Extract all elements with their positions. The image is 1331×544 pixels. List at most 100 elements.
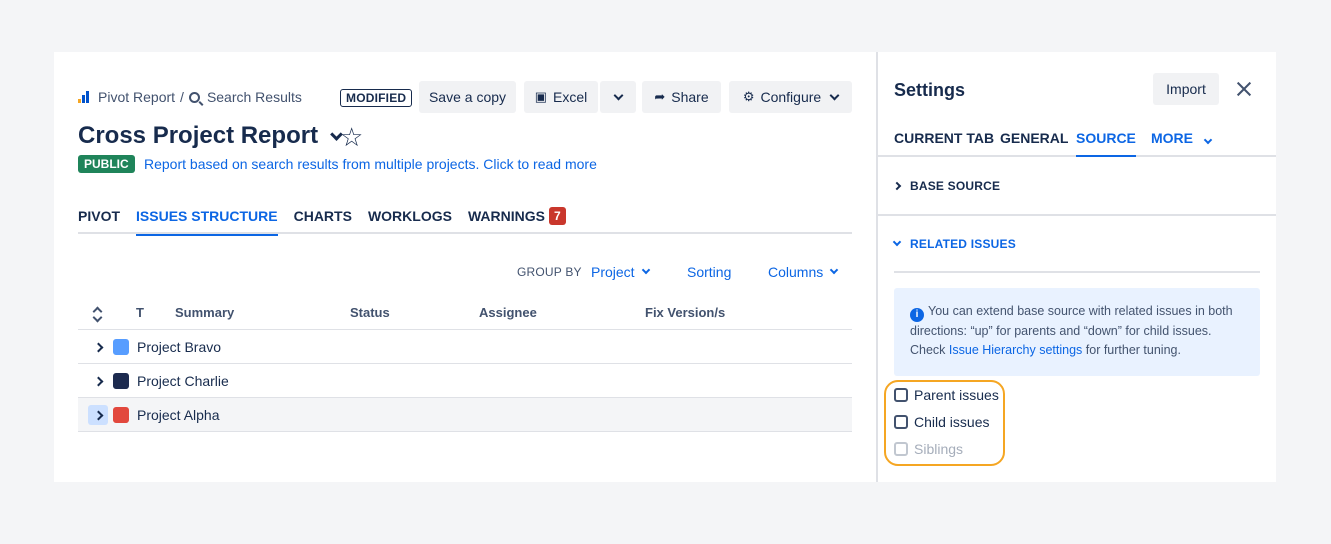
tab-current-tab[interactable]: CURRENT TAB bbox=[894, 130, 994, 155]
chevron-down-icon bbox=[892, 237, 902, 247]
report-title-text: Cross Project Report bbox=[78, 122, 319, 149]
row-summary: Project Charlie bbox=[137, 373, 229, 389]
report-title[interactable]: Cross Project Report bbox=[78, 122, 343, 150]
table-row[interactable]: Project Bravo bbox=[78, 330, 852, 364]
related-issues-label: RELATED ISSUES bbox=[910, 237, 1016, 251]
expand-row-button[interactable] bbox=[88, 337, 108, 357]
chevron-down-icon bbox=[830, 265, 839, 275]
excel-dropdown-button[interactable] bbox=[600, 81, 636, 113]
warnings-count-badge: 7 bbox=[548, 207, 566, 225]
close-icon[interactable] bbox=[1235, 76, 1253, 100]
report-description-link[interactable]: Report based on search results from mult… bbox=[144, 156, 597, 172]
tab-label: ISSUES STRUCTURE bbox=[136, 208, 278, 224]
table-row[interactable]: Project Charlie bbox=[78, 364, 852, 398]
siblings-checkbox: Siblings bbox=[894, 441, 963, 457]
chevron-down-icon bbox=[1203, 135, 1213, 145]
checkbox-box[interactable] bbox=[894, 388, 908, 402]
breadcrumb: Pivot Report / Search Results bbox=[78, 89, 302, 105]
column-header-status[interactable]: Status bbox=[350, 305, 390, 320]
star-icon[interactable]: ☆ bbox=[340, 124, 363, 150]
report-main: Pivot Report / Search Results MODIFIED S… bbox=[54, 52, 876, 482]
tab-charts[interactable]: CHARTS bbox=[294, 208, 352, 234]
tab-label: WARNINGS bbox=[467, 208, 545, 224]
settings-tabs: CURRENT TAB GENERAL SOURCE MORE bbox=[878, 130, 1276, 157]
related-issues-section-toggle[interactable]: RELATED ISSUES bbox=[892, 237, 1016, 251]
table-header: T Summary Status Assignee Fix Version/s bbox=[78, 300, 852, 330]
base-source-label: BASE SOURCE bbox=[910, 179, 1001, 193]
share-button[interactable]: ➦ Share bbox=[642, 81, 721, 113]
excel-label: Excel bbox=[553, 89, 588, 105]
tab-label: PIVOT bbox=[78, 208, 121, 224]
configure-label: Configure bbox=[760, 89, 822, 105]
configure-button[interactable]: ⚙ Configure bbox=[729, 81, 852, 113]
modified-badge: MODIFIED bbox=[340, 89, 413, 107]
share-label: Share bbox=[671, 89, 709, 105]
public-badge: PUBLIC bbox=[78, 155, 135, 173]
report-tabs: PIVOT ISSUES STRUCTURE CHARTS WORKLOGS W… bbox=[78, 207, 852, 236]
column-header-assignee[interactable]: Assignee bbox=[479, 305, 537, 320]
siblings-label: Siblings bbox=[914, 441, 964, 457]
tab-source[interactable]: SOURCE bbox=[1076, 130, 1136, 157]
gear-icon: ⚙ bbox=[742, 89, 755, 104]
tab-label: CHARTS bbox=[293, 208, 352, 224]
column-header-summary[interactable]: Summary bbox=[175, 305, 234, 320]
breadcrumb-pivot-report[interactable]: Pivot Report bbox=[98, 89, 175, 105]
column-header-fix-version[interactable]: Fix Version/s bbox=[645, 305, 725, 320]
section-divider bbox=[878, 214, 1276, 216]
child-issues-checkbox[interactable]: Child issues bbox=[894, 414, 989, 430]
parent-issues-checkbox[interactable]: Parent issues bbox=[894, 387, 999, 403]
tab-more-label: MORE bbox=[1151, 130, 1193, 146]
group-by-label: GROUP BY bbox=[517, 265, 582, 279]
pivot-report-logo-icon bbox=[78, 91, 90, 103]
section-divider bbox=[894, 271, 1260, 273]
expand-collapse-all-icon[interactable] bbox=[94, 305, 104, 319]
save-copy-button[interactable]: Save a copy bbox=[419, 81, 516, 113]
chevron-right-icon bbox=[93, 410, 103, 420]
chevron-right-icon bbox=[93, 376, 103, 386]
expand-row-button[interactable] bbox=[88, 405, 108, 425]
import-label: Import bbox=[1166, 81, 1206, 97]
excel-icon: ▣ bbox=[534, 89, 548, 104]
columns-dropdown[interactable]: Columns bbox=[768, 264, 839, 280]
group-by-value: Project bbox=[591, 264, 635, 280]
import-button[interactable]: Import bbox=[1153, 73, 1219, 105]
settings-panel: Settings Import CURRENT TAB GENERAL SOUR… bbox=[878, 52, 1276, 482]
project-bravo-avatar-icon bbox=[113, 339, 129, 355]
chevron-right-icon bbox=[93, 342, 103, 352]
sorting-button[interactable]: Sorting bbox=[687, 264, 731, 280]
breadcrumb-separator: / bbox=[180, 89, 184, 105]
search-icon bbox=[188, 91, 200, 103]
save-copy-label: Save a copy bbox=[428, 89, 507, 105]
chevron-down-icon bbox=[613, 90, 623, 100]
tab-label: WORKLOGS bbox=[367, 208, 452, 224]
checkbox-box[interactable] bbox=[894, 415, 908, 429]
tab-general[interactable]: GENERAL bbox=[1000, 130, 1068, 155]
tab-warnings[interactable]: WARNINGS 7 bbox=[467, 207, 566, 234]
table-row[interactable]: Project Alpha bbox=[78, 398, 852, 432]
base-source-section-toggle[interactable]: BASE SOURCE bbox=[892, 179, 1001, 193]
info-text-2: for further tuning. bbox=[1082, 343, 1181, 357]
chevron-right-icon bbox=[892, 181, 902, 191]
excel-export-button[interactable]: ▣ Excel bbox=[524, 81, 598, 113]
chevron-down-icon bbox=[641, 265, 650, 275]
columns-label: Columns bbox=[768, 264, 824, 280]
settings-title: Settings bbox=[894, 80, 966, 100]
group-by-dropdown[interactable]: Project bbox=[591, 264, 650, 280]
chevron-down-icon bbox=[829, 90, 840, 100]
expand-row-button[interactable] bbox=[88, 371, 108, 391]
tab-worklogs[interactable]: WORKLOGS bbox=[368, 208, 452, 234]
app-frame: Pivot Report / Search Results MODIFIED S… bbox=[54, 52, 1276, 482]
project-alpha-avatar-icon bbox=[113, 407, 129, 423]
row-summary: Project Alpha bbox=[137, 407, 220, 423]
issue-hierarchy-settings-link[interactable]: Issue Hierarchy settings bbox=[949, 343, 1082, 357]
column-header-type[interactable]: T bbox=[136, 305, 144, 320]
info-icon: i bbox=[910, 308, 924, 322]
child-issues-label: Child issues bbox=[914, 414, 990, 430]
breadcrumb-search-results[interactable]: Search Results bbox=[207, 89, 302, 105]
project-charlie-avatar-icon bbox=[113, 373, 129, 389]
sorting-label: Sorting bbox=[687, 264, 732, 280]
info-message: i You can extend base source with related… bbox=[894, 288, 1260, 376]
tab-more[interactable]: MORE bbox=[1151, 130, 1213, 155]
tab-pivot[interactable]: PIVOT bbox=[78, 208, 120, 234]
tab-issues-structure[interactable]: ISSUES STRUCTURE bbox=[136, 208, 278, 236]
